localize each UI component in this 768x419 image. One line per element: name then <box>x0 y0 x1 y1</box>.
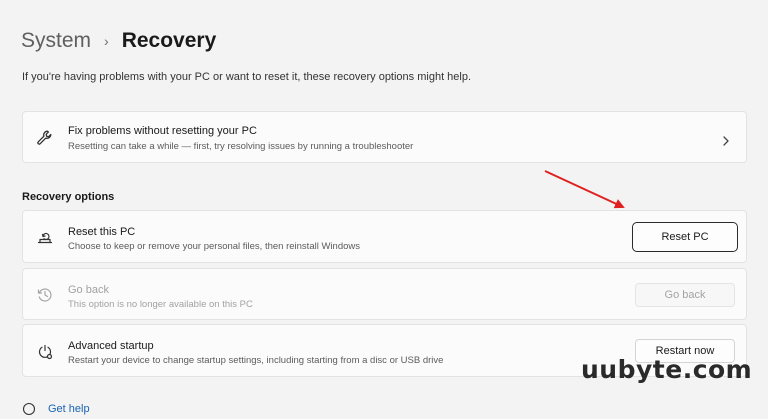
history-icon <box>36 286 54 304</box>
fix-problems-title: Fix problems without resetting your PC <box>68 125 257 137</box>
breadcrumb-system[interactable]: System <box>21 29 91 53</box>
advanced-startup-title: Advanced startup <box>68 340 154 352</box>
help-icon <box>22 402 36 416</box>
go-back-subtitle: This option is no longer available on th… <box>68 299 253 310</box>
page-title: Recovery <box>121 29 217 52</box>
go-back-button[interactable]: Go back <box>635 283 735 307</box>
breadcrumb: System › Recovery <box>21 29 216 53</box>
fix-problems-card[interactable]: Fix problems without resetting your PC R… <box>22 111 747 163</box>
annotation-arrow <box>544 170 625 209</box>
reset-pc-subtitle: Choose to keep or remove your personal f… <box>68 241 361 252</box>
reset-pc-button[interactable]: Reset PC <box>632 222 738 252</box>
get-help-link[interactable]: Get help <box>22 402 90 416</box>
advanced-startup-subtitle: Restart your device to change startup se… <box>68 355 444 366</box>
go-back-card: Go back This option is no longer availab… <box>22 268 747 320</box>
go-back-title: Go back <box>68 284 109 296</box>
breadcrumb-separator: › <box>104 33 109 49</box>
advanced-startup-icon <box>36 343 54 361</box>
watermark: uubyte.com <box>581 355 753 384</box>
wrench-icon <box>36 129 54 147</box>
chevron-right-icon <box>722 133 730 146</box>
reset-pc-icon <box>36 229 54 247</box>
page-description: If you're having problems with your PC o… <box>22 71 472 83</box>
reset-pc-card: Reset this PC Choose to keep or remove y… <box>22 210 747 263</box>
get-help-label: Get help <box>48 403 90 415</box>
fix-problems-subtitle: Resetting can take a while — first, try … <box>68 141 414 152</box>
section-heading: Recovery options <box>22 191 115 203</box>
reset-pc-title: Reset this PC <box>68 226 136 238</box>
